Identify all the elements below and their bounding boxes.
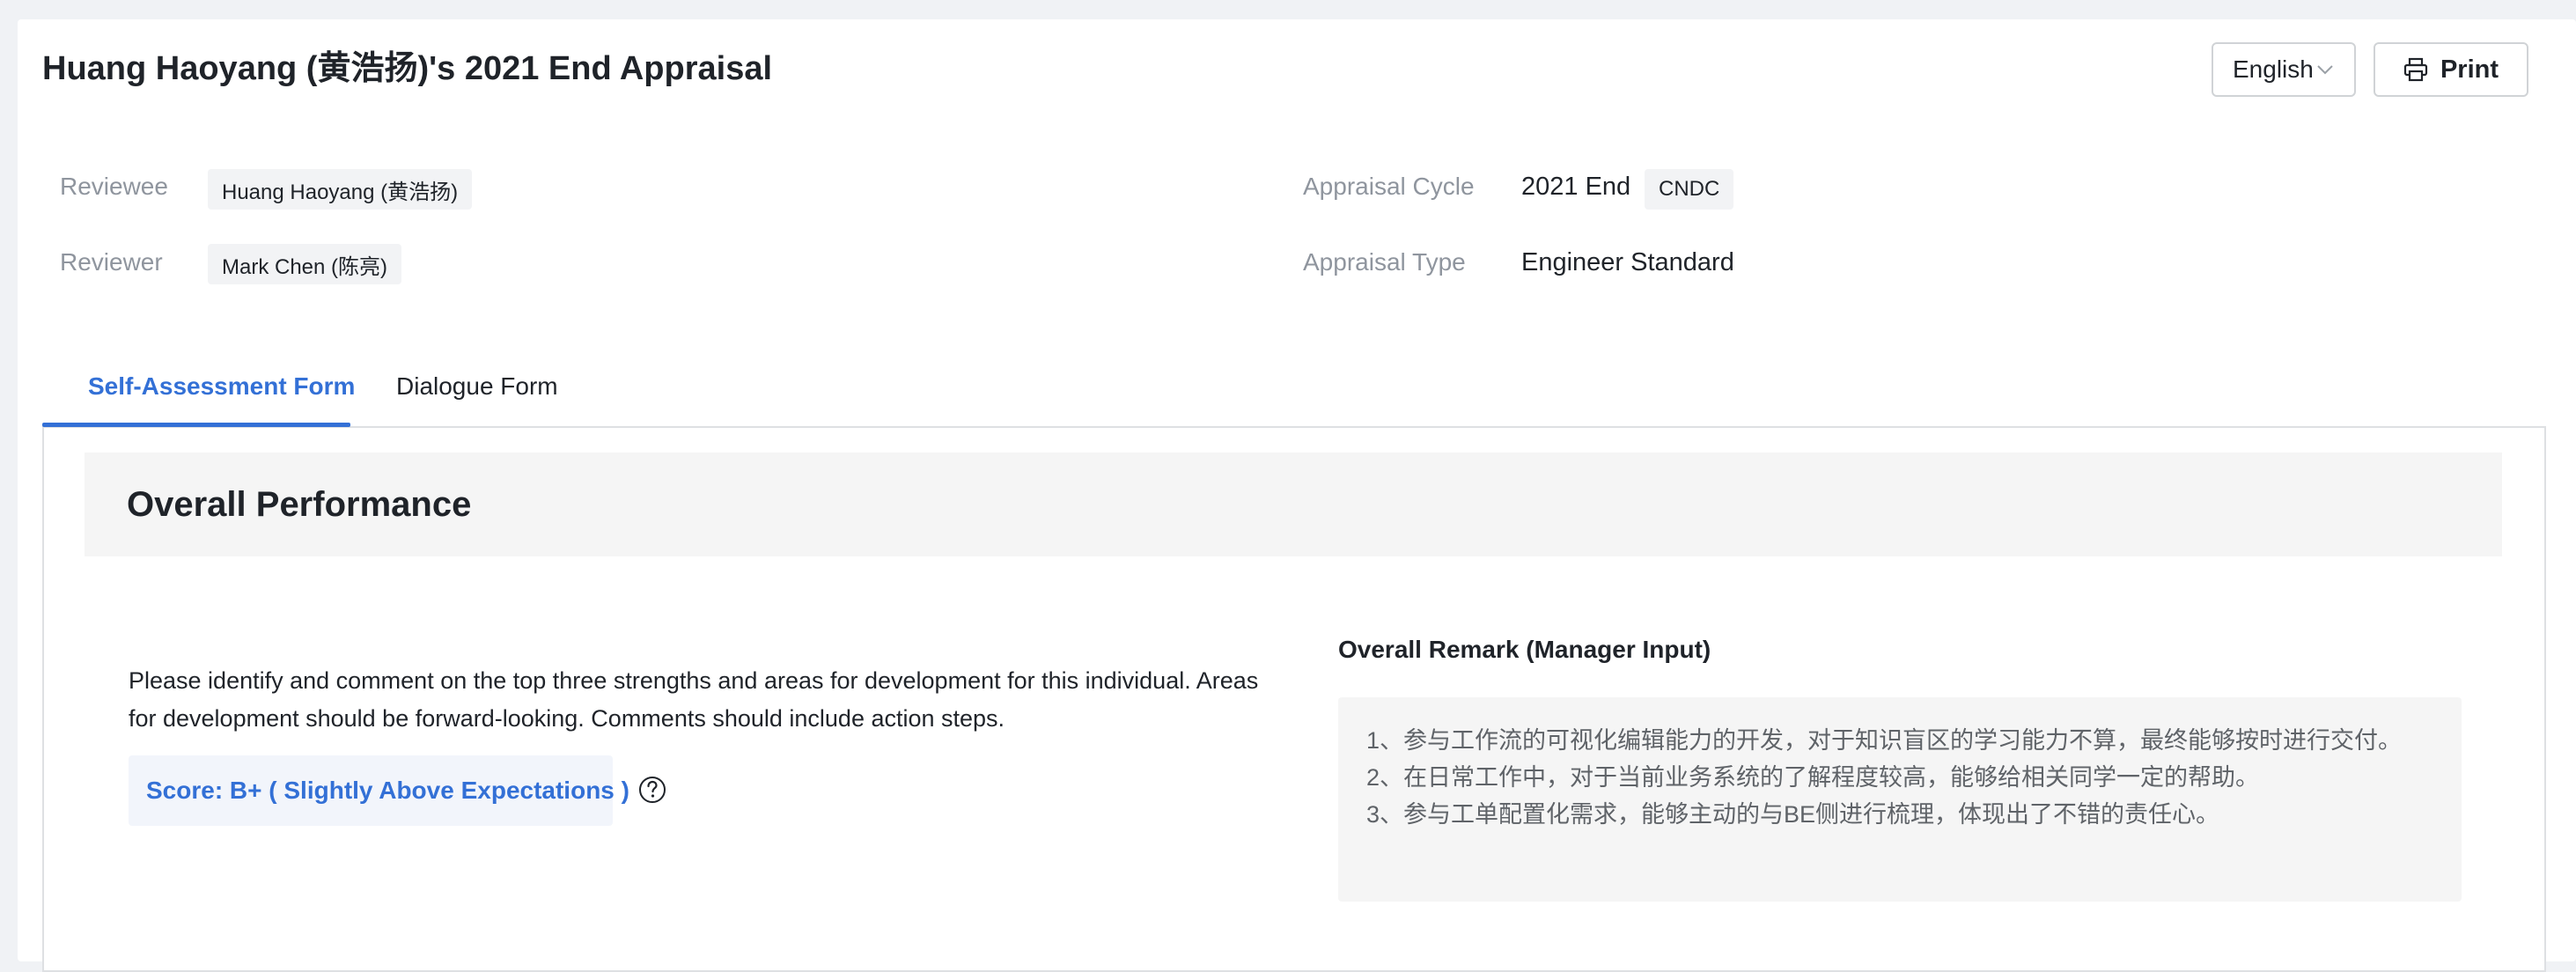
tab-self-assessment[interactable]: Self-Assessment Form — [88, 343, 355, 430]
print-button-label: Print — [2440, 55, 2499, 84]
section-instructions: Please identify and comment on the top t… — [129, 667, 1259, 732]
language-select[interactable]: English — [2212, 42, 2356, 97]
reviewer-tag: Mark Chen (陈亮) — [208, 244, 402, 284]
chevron-down-icon — [2317, 64, 2333, 75]
remark-line: 1、参与工作流的可视化编辑能力的开发，对于知识盲区的学习能力不算，最终能够按时进… — [1366, 727, 2403, 754]
active-tab-indicator — [42, 423, 350, 427]
reviewee-tag: Huang Haoyang (黄浩扬) — [208, 169, 473, 210]
remark-line: 2、在日常工作中，对于当前业务系统的了解程度较高，能够给相关同学一定的帮助。 — [1366, 764, 2260, 791]
reviewee-label: Reviewee — [60, 173, 168, 200]
printer-icon — [2403, 57, 2428, 82]
score-badge: Score: B+ ( Slightly Above Expectations … — [129, 755, 629, 826]
language-select-value: English — [2233, 55, 2314, 83]
section-header: Overall Performance — [85, 453, 2502, 556]
appraisal-type-label: Appraisal Type — [1303, 248, 1466, 276]
tab-dialogue[interactable]: Dialogue Form — [396, 343, 558, 430]
question-circle-icon[interactable] — [637, 775, 667, 805]
section-title: Overall Performance — [127, 484, 472, 524]
overall-remark-box: 1、参与工作流的可视化编辑能力的开发，对于知识盲区的学习能力不算，最终能够按时进… — [1338, 697, 2462, 902]
reviewer-label: Reviewer — [60, 248, 163, 276]
remark-line: 3、参与工单配置化需求，能够主动的与BE侧进行梳理，体现出了不错的责任心。 — [1366, 801, 2220, 828]
overall-remark-label: Overall Remark (Manager Input) — [1338, 636, 1711, 663]
appraisal-cycle-label: Appraisal Cycle — [1303, 173, 1475, 200]
appraisal-type-value: Engineer Standard — [1521, 248, 1734, 276]
cycle-region-tag: CNDC — [1645, 169, 1734, 210]
page-title: Huang Haoyang (黄浩扬)'s 2021 End Appraisal — [42, 50, 773, 87]
appraisal-cycle-value: 2021 End — [1521, 173, 1631, 201]
print-button[interactable]: Print — [2374, 42, 2528, 97]
